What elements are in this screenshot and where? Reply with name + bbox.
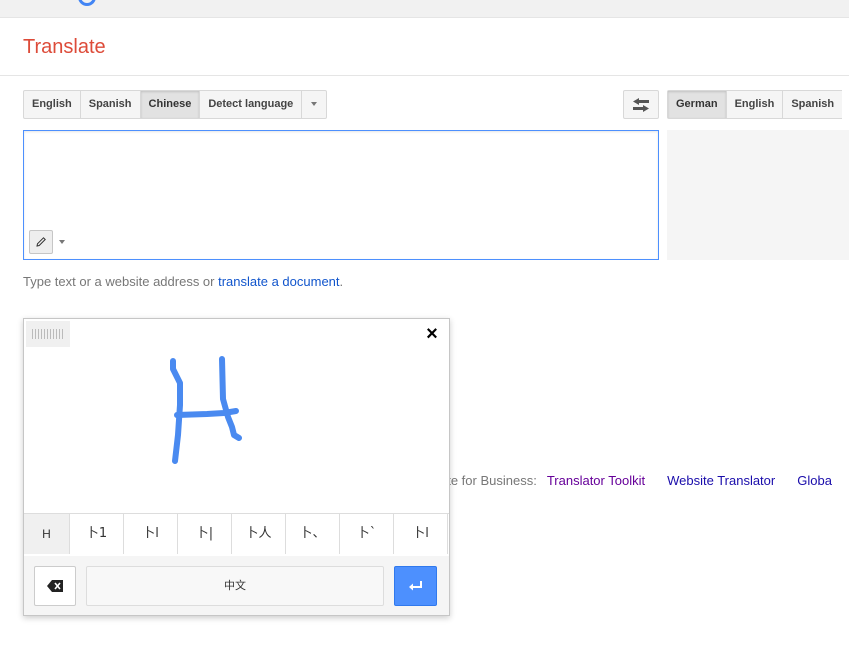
tab-detect-language[interactable]: Detect language [200,91,303,118]
ink-stroke-left [170,358,183,464]
swap-languages-icon [633,97,649,112]
divider [0,75,849,76]
backspace-icon [47,580,63,592]
handwriting-panel: × H 卜1 卜l 卜| 卜人 卜、 卜` 卜l 中文 [23,318,450,616]
drag-handle[interactable] [26,321,70,347]
source-language-selector: English Spanish Chinese Detect language [23,90,328,119]
handwriting-canvas[interactable] [24,347,449,513]
business-label: ate for Business: [440,473,537,488]
input-tools-button[interactable] [29,230,53,254]
grip-icon [32,329,64,339]
candidate-row: H 卜1 卜l 卜| 卜人 卜、 卜` 卜l [24,513,449,557]
language-label-button[interactable]: 中文 [86,566,384,606]
hint-suffix: . [339,274,344,289]
candidate-7[interactable]: 卜` [340,514,394,554]
chevron-down-icon [311,102,318,107]
tab-source-chinese[interactable]: Chinese [140,91,201,118]
handwriting-controls: 中文 [24,556,449,615]
tab-source-english[interactable]: English [24,91,81,118]
candidate-5[interactable]: 卜人 [232,514,286,554]
global-market-finder-link[interactable]: Globa [797,473,832,488]
candidate-6[interactable]: 卜、 [286,514,340,554]
tab-target-spanish[interactable]: Spanish [783,91,842,118]
translation-output [667,130,849,260]
candidate-4[interactable]: 卜| [178,514,232,554]
tab-target-german[interactable]: German [668,91,727,118]
website-translator-link[interactable]: Website Translator [667,473,775,488]
input-tools-dropdown-icon[interactable] [59,240,65,244]
candidate-2[interactable]: 卜1 [70,514,124,554]
input-hint: Type text or a website address or transl… [23,274,343,289]
candidate-1[interactable]: H [24,514,70,554]
source-text-area[interactable] [23,130,659,260]
close-icon[interactable]: × [422,324,442,344]
enter-icon [408,581,422,591]
candidate-3[interactable]: 卜l [124,514,178,554]
swap-languages-button[interactable] [623,90,659,119]
ink-stroke-right [219,356,242,441]
logo-fragment [78,0,96,6]
backspace-button[interactable] [34,566,76,606]
translator-toolkit-link[interactable]: Translator Toolkit [547,473,645,488]
source-language-dropdown[interactable] [302,91,326,118]
top-bar [0,0,849,18]
translate-document-link[interactable]: translate a document [218,274,339,289]
hint-prefix: Type text or a website address or [23,274,219,289]
business-links: ate for Business: Translator Toolkit Websi… [440,473,832,488]
tab-source-spanish[interactable]: Spanish [81,91,141,118]
page-title: Translate [23,36,106,58]
target-language-selector: German English Spanish [667,90,843,119]
pencil-icon [36,237,46,247]
tab-target-english[interactable]: English [727,91,784,118]
enter-button[interactable] [394,566,437,606]
candidate-8[interactable]: 卜l [394,514,448,554]
